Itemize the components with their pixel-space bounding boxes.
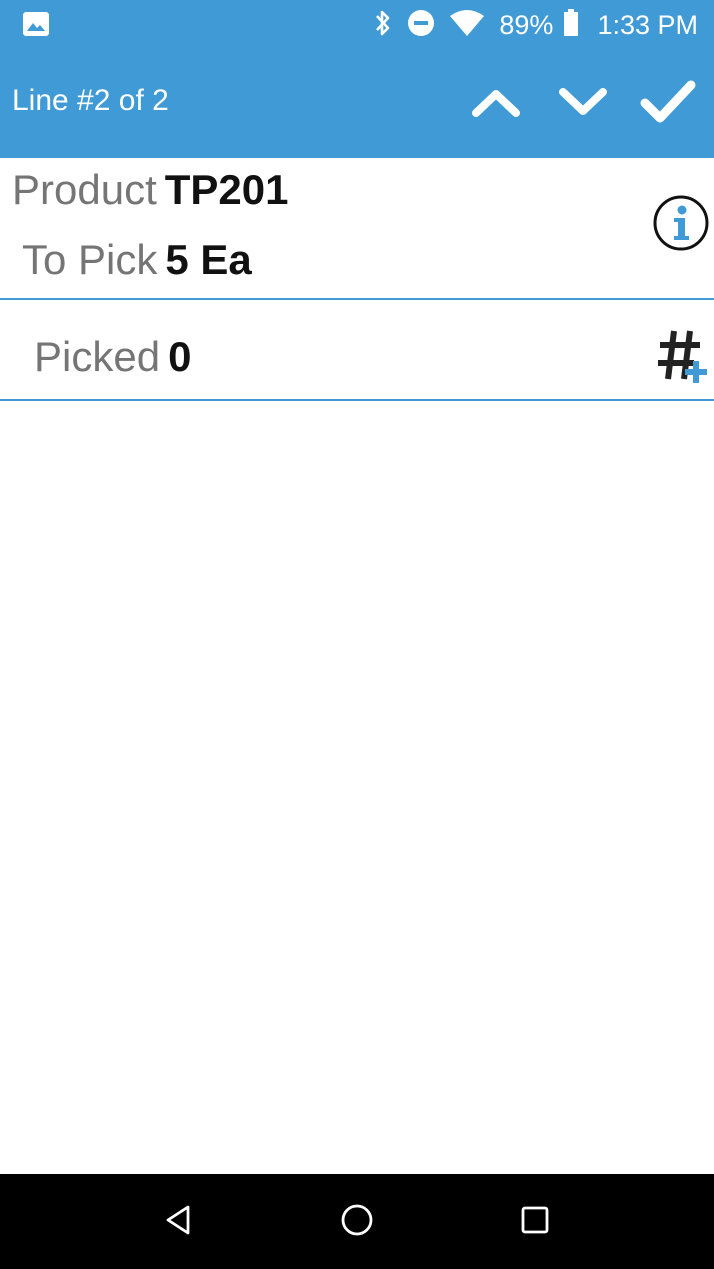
picked-row: Picked 0 <box>34 333 191 381</box>
product-value: TP201 <box>164 166 289 213</box>
battery-icon <box>563 8 579 42</box>
battery-percent: 89% <box>499 9 554 40</box>
picked-panel: Picked 0 <box>0 301 714 401</box>
checkmark-icon <box>640 79 696 130</box>
to-pick-label: To Pick <box>22 236 158 283</box>
image-notification-icon <box>22 11 50 37</box>
enter-quantity-button[interactable] <box>654 327 710 383</box>
product-info-button[interactable] <box>652 194 710 252</box>
picked-label: Picked <box>34 333 161 380</box>
to-pick-value: 5 Ea <box>165 236 252 283</box>
recents-button[interactable] <box>515 1202 555 1242</box>
recents-square-icon <box>520 1205 550 1240</box>
to-pick-row: To Pick 5 Ea <box>22 236 252 284</box>
chevron-up-icon <box>471 85 521 124</box>
do-not-disturb-icon <box>407 9 435 42</box>
system-navigation-bar <box>0 1174 714 1269</box>
home-circle-icon <box>340 1203 374 1242</box>
product-details-panel: Product TP201 To Pick 5 Ea <box>0 158 714 300</box>
previous-line-button[interactable] <box>468 78 524 130</box>
info-icon <box>652 195 710 256</box>
back-button[interactable] <box>158 1202 198 1242</box>
hash-plus-icon <box>654 330 710 387</box>
chevron-down-icon <box>558 85 608 124</box>
status-icons: 89% 1:33 PM <box>373 0 698 50</box>
line-indicator-title: Line #2 of 2 <box>12 84 169 117</box>
status-bar: 89% 1:33 PM <box>0 0 714 50</box>
product-label: Product <box>12 166 157 213</box>
wifi-icon <box>449 9 485 42</box>
home-button[interactable] <box>337 1202 377 1242</box>
confirm-button[interactable] <box>640 78 696 130</box>
picked-value: 0 <box>168 333 192 380</box>
next-line-button[interactable] <box>555 78 611 130</box>
product-row: Product TP201 <box>12 166 289 214</box>
back-triangle-icon <box>163 1204 193 1241</box>
app-bar: Line #2 of 2 <box>0 50 714 158</box>
bluetooth-icon <box>373 8 393 43</box>
clock: 1:33 PM <box>597 9 698 40</box>
